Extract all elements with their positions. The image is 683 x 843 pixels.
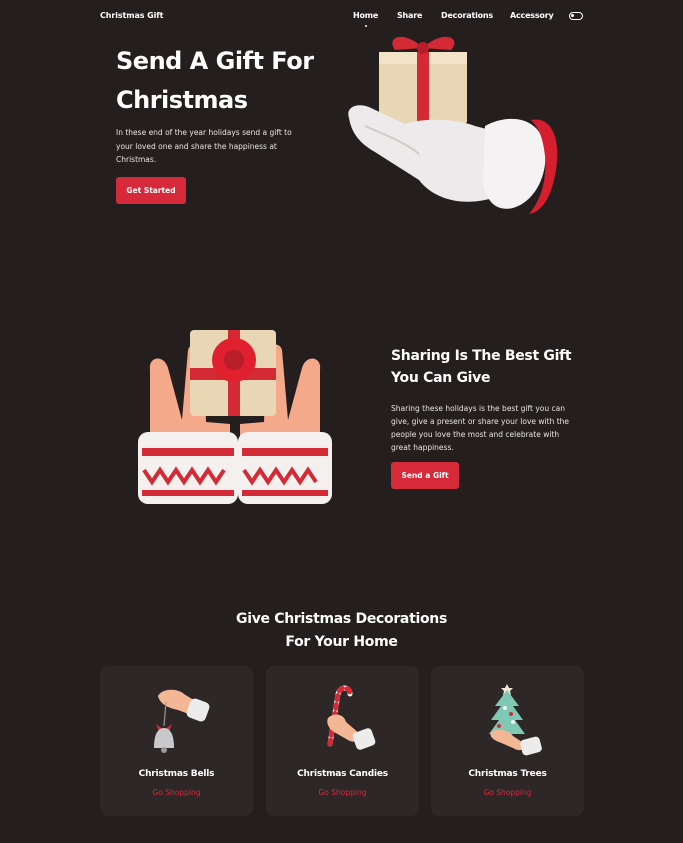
decorations-title-line1: Give Christmas Decorations: [236, 611, 447, 627]
send-gift-button[interactable]: Send a Gift: [391, 462, 459, 489]
card-title: Christmas Bells: [138, 769, 215, 779]
decorations-title: Give Christmas Decorations For Your Home: [0, 608, 683, 654]
nav-link-share[interactable]: Share: [397, 11, 422, 20]
brand-logo[interactable]: Christmas Gift: [100, 11, 163, 20]
nav-link-decorations[interactable]: Decorations: [441, 11, 493, 20]
decorations-title-line2: For Your Home: [285, 634, 398, 650]
decoration-card-trees[interactable]: Christmas Trees Go Shopping: [431, 666, 584, 816]
hands-holding-gift-illustration: [138, 330, 332, 504]
hero-title: Send A Gift For Christmas: [116, 42, 356, 120]
share-title: Sharing Is The Best Gift You Can Give: [391, 345, 581, 389]
decoration-card-bells[interactable]: Christmas Bells Go Shopping: [100, 666, 253, 816]
get-started-button[interactable]: Get Started: [116, 177, 186, 204]
decoration-card-candies[interactable]: Christmas Candies Go Shopping: [266, 666, 419, 816]
go-shopping-link[interactable]: Go Shopping: [266, 788, 419, 797]
nav-link-home[interactable]: Home: [353, 11, 378, 20]
share-description: Sharing these holidays is the best gift …: [391, 404, 570, 452]
card-title: Christmas Candies: [297, 769, 388, 779]
christmas-tree-icon: [489, 684, 542, 756]
card-title: Christmas Trees: [468, 769, 547, 779]
go-shopping-link[interactable]: Go Shopping: [431, 788, 584, 797]
nav-link-accessory[interactable]: Accessory: [510, 11, 554, 20]
candy-cane-icon: [327, 685, 376, 750]
go-shopping-link[interactable]: Go Shopping: [100, 788, 253, 797]
glove-holding-gift-illustration: [348, 36, 558, 214]
share-title-line1: Sharing Is The Best Gift: [391, 348, 572, 364]
hero-title-line1: Send A Gift For: [116, 47, 314, 75]
hero-description: In these end of the year holidays send a…: [116, 128, 292, 164]
theme-toggle-icon[interactable]: [569, 12, 583, 20]
navbar: Christmas Gift Home Share Decorations Ac…: [0, 0, 683, 32]
hero-title-line2: Christmas: [116, 86, 248, 114]
share-title-line2: You Can Give: [391, 370, 491, 386]
bell-icon: [154, 689, 210, 753]
